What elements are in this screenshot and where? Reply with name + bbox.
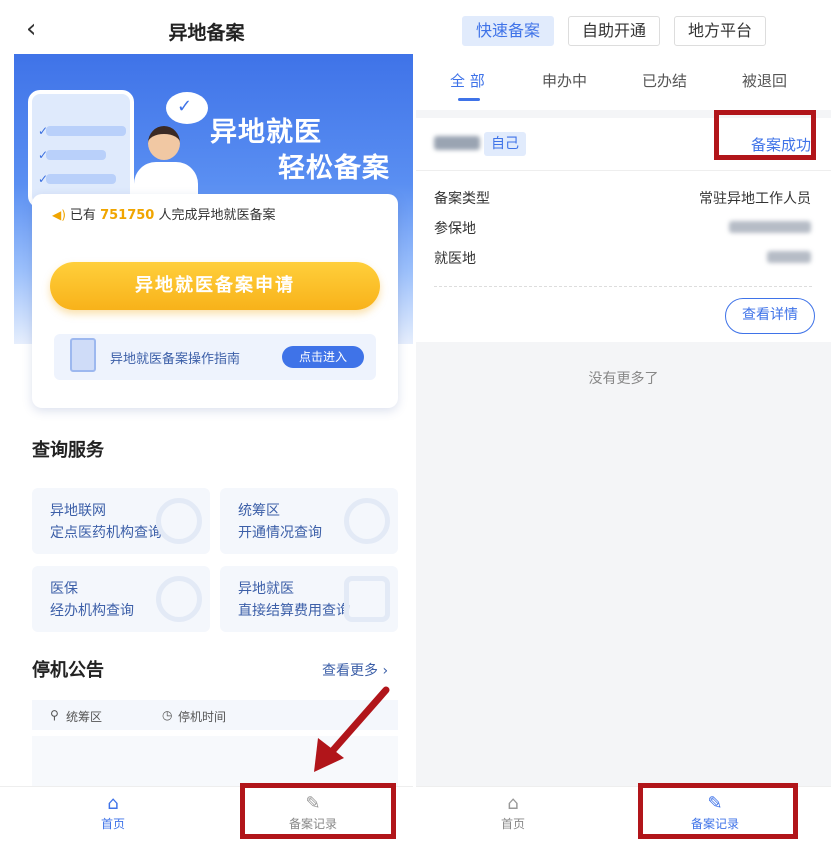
- banner-title-line2: 轻松备案: [278, 153, 390, 184]
- service-line1: 异地联网: [50, 503, 106, 519]
- page-title: 异地备案: [168, 22, 245, 44]
- notice-section-title: 停机公告: [32, 660, 104, 681]
- tab-home-label: 首页: [500, 817, 525, 831]
- redacted-insured-place: [729, 221, 811, 233]
- service-agency-query[interactable]: 医保 经办机构查询: [32, 566, 210, 632]
- service-line2: 定点医药机构查询: [50, 525, 162, 541]
- redacted-treatment-place: [767, 251, 811, 263]
- illustration-row: [46, 126, 126, 136]
- highlight-box: [714, 110, 816, 160]
- field-filing-type-label: 备案类型: [434, 191, 490, 207]
- card-icon: [344, 576, 390, 622]
- service-line1: 异地就医: [238, 581, 294, 597]
- illustration-row: [46, 150, 106, 160]
- guide-banner[interactable]: 异地就医备案操作指南 点击进入: [54, 334, 376, 380]
- counter-suffix: 人完成异地就医备案: [158, 208, 276, 223]
- enter-guide-button[interactable]: 点击进入: [282, 346, 364, 368]
- location-icon: [344, 498, 390, 544]
- service-line2: 直接结算费用查询: [238, 603, 350, 619]
- active-tab-indicator: [458, 98, 480, 101]
- apply-card: ◀) 已有 751750 人完成异地就医备案 异地就医备案申请 异地就医备案操作指…: [32, 194, 398, 408]
- tab-home-label: 首页: [100, 817, 125, 831]
- tab-completed[interactable]: 已办结: [642, 70, 687, 91]
- phone-illustration-icon: ✓ ✓ ✓: [28, 90, 134, 208]
- list-footer: 没有更多了: [416, 342, 831, 786]
- service-line1: 统筹区: [238, 503, 280, 519]
- segment-quick-filing[interactable]: 快速备案: [462, 16, 554, 46]
- service-region-status[interactable]: 统筹区 开通情况查询: [220, 488, 398, 554]
- document-icon: [70, 338, 96, 372]
- tab-home[interactable]: ⌂ 首页: [458, 793, 568, 832]
- service-line1: 医保: [50, 581, 78, 597]
- tab-returned[interactable]: 被退回: [742, 70, 787, 91]
- service-line2: 开通情况查询: [238, 525, 322, 541]
- filing-counter: ◀) 已有 751750 人完成异地就医备案: [52, 204, 276, 223]
- tab-all[interactable]: 全 部: [450, 70, 485, 91]
- segment-self-service[interactable]: 自助开通: [568, 16, 660, 46]
- col-downtime: 停机时间: [178, 710, 227, 724]
- counter-prefix: 已有: [69, 208, 96, 223]
- home-icon: ⌂: [507, 793, 519, 814]
- annotation-arrow-icon: [314, 686, 390, 772]
- self-tag: 自己: [484, 132, 526, 156]
- clock-icon: ◷: [162, 708, 173, 722]
- tab-processing[interactable]: 申办中: [542, 70, 587, 91]
- no-more-text: 没有更多了: [588, 371, 659, 387]
- highlight-box: [638, 783, 798, 839]
- view-details-button[interactable]: 查看详情: [725, 298, 815, 334]
- pill-icon: [156, 498, 202, 544]
- redacted-name: [434, 136, 480, 150]
- col-region: 统筹区: [66, 710, 103, 724]
- service-line2: 经办机构查询: [50, 603, 134, 619]
- highlight-box: [240, 783, 396, 839]
- service-settlement-query[interactable]: 异地就医 直接结算费用查询: [220, 566, 398, 632]
- status-tabs: 全 部 申办中 已办结 被退回: [416, 70, 831, 104]
- field-treatment-place-label: 就医地: [434, 251, 476, 267]
- service-remote-institutions[interactable]: 异地联网 定点医药机构查询: [32, 488, 210, 554]
- guide-text: 异地就医备案操作指南: [110, 352, 241, 367]
- segment-local-platform[interactable]: 地方平台: [674, 16, 766, 46]
- view-more-link[interactable]: 查看更多 ›: [322, 660, 388, 680]
- pin-icon: ⚲: [50, 708, 59, 722]
- dashed-divider: [434, 286, 812, 287]
- speaker-icon: ◀): [52, 208, 66, 222]
- layers-icon: [156, 576, 202, 622]
- counter-number: 751750: [100, 208, 155, 223]
- divider: [416, 170, 831, 171]
- illustration-row: [46, 174, 116, 184]
- apply-filing-button[interactable]: 异地就医备案申请: [50, 262, 380, 310]
- chat-bubble-icon: ✓: [166, 92, 208, 124]
- field-filing-type-value: 常驻异地工作人员: [699, 191, 811, 207]
- tab-home[interactable]: ⌂ 首页: [58, 793, 168, 832]
- banner-title-line1: 异地就医: [210, 117, 322, 148]
- home-icon: ⌂: [107, 793, 119, 814]
- right-screen: 快速备案 自助开通 地方平台 全 部 申办中 已办结 被退回 自己 备案成功 备…: [416, 0, 831, 842]
- query-section-title: 查询服务: [32, 440, 104, 461]
- field-insured-place-label: 参保地: [434, 221, 476, 237]
